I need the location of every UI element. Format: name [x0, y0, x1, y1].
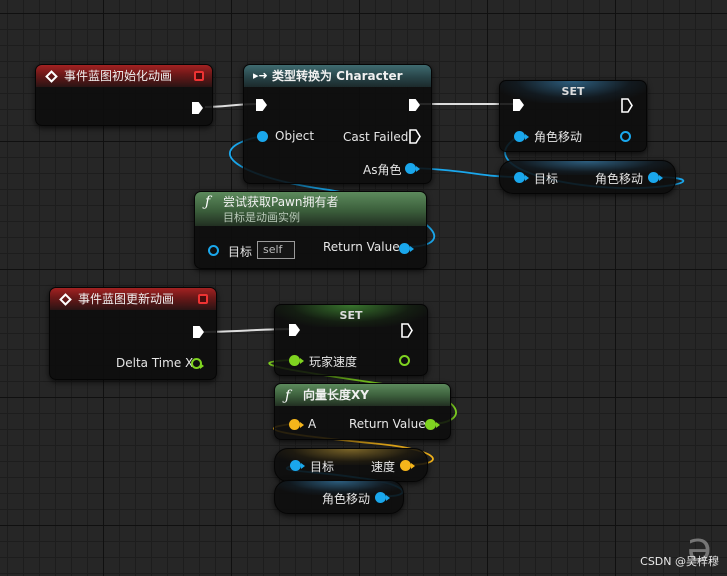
- target-label: 目标: [310, 460, 335, 474]
- vector-length-node[interactable]: ƒ 向量长度XY A Return Value: [274, 383, 451, 440]
- movement-out-pin[interactable]: [648, 172, 663, 183]
- pawn-header: ƒ 尝试获取Pawn拥有者 目标是动画实例: [195, 192, 426, 226]
- cast-header: ▸➜ 类型转换为 Character: [244, 65, 431, 87]
- exec-out-pin[interactable]: [193, 326, 204, 338]
- object-pin-label: Object: [275, 129, 315, 143]
- return-value-label: Return Value: [349, 417, 426, 431]
- return-value-pin[interactable]: [399, 243, 414, 254]
- set-movement-node[interactable]: SET 角色移动: [499, 80, 647, 152]
- vector-length-title: 向量长度XY: [303, 388, 369, 402]
- red-square-icon[interactable]: [194, 71, 204, 81]
- red-square-icon[interactable]: [198, 294, 208, 304]
- event-init-node[interactable]: 事件蓝图初始化动画: [35, 64, 213, 126]
- function-f-icon: ƒ: [205, 194, 211, 210]
- function-f-icon: ƒ: [285, 388, 291, 404]
- event-init-title: 事件蓝图初始化动画: [64, 69, 173, 83]
- movement-out-pin[interactable]: [375, 492, 390, 503]
- pawn-subtitle: 目标是动画实例: [223, 211, 300, 224]
- as-character-pin[interactable]: [405, 163, 420, 174]
- event-update-header: 事件蓝图更新动画: [50, 288, 216, 310]
- delta-time-pin[interactable]: [191, 358, 204, 369]
- target-label: 目标: [228, 245, 253, 259]
- diamond-arrow-icon: [59, 293, 72, 306]
- return-value-pin[interactable]: [425, 419, 440, 430]
- get-velocity-node[interactable]: 目标 速度: [274, 448, 428, 482]
- movement-out-label: 角色移动: [595, 172, 644, 186]
- speed-label: 玩家速度: [309, 355, 358, 369]
- cast-failed-pin[interactable]: [409, 129, 421, 144]
- set-speed-node[interactable]: SET 玩家速度: [274, 304, 428, 376]
- movement-out-pin[interactable]: [620, 131, 631, 142]
- blueprint-graph[interactable]: 事件蓝图初始化动画 ▸➜ 类型转换为 Character Object Cast…: [0, 0, 727, 576]
- target-pin[interactable]: [290, 460, 305, 471]
- get-movement-node[interactable]: 目标 角色移动: [499, 160, 676, 194]
- movement-out-label: 角色移动: [322, 492, 371, 506]
- event-init-header: 事件蓝图初始化动画: [36, 65, 212, 87]
- pawn-title: 尝试获取Pawn拥有者: [223, 195, 339, 209]
- velocity-label: 速度: [371, 460, 396, 474]
- a-label: A: [308, 417, 317, 431]
- target-label: 目标: [534, 172, 559, 186]
- exec-out-pin[interactable]: [409, 99, 420, 111]
- vector-length-header: ƒ 向量长度XY: [275, 384, 450, 406]
- exec-out-pin[interactable]: [401, 323, 413, 338]
- diamond-arrow-icon: [45, 70, 58, 83]
- exec-in-pin[interactable]: [256, 99, 267, 111]
- event-update-node[interactable]: 事件蓝图更新动画 Delta Time X: [49, 287, 217, 380]
- cast-node[interactable]: ▸➜ 类型转换为 Character Object Cast Failed As…: [243, 64, 432, 184]
- cast-failed-label: Cast Failed: [343, 130, 409, 144]
- movement-label: 角色移动: [534, 130, 583, 144]
- a-pin[interactable]: [289, 419, 304, 430]
- target-pin[interactable]: [514, 172, 529, 183]
- movement-in-pin[interactable]: [514, 131, 529, 142]
- speed-in-pin[interactable]: [289, 355, 304, 366]
- target-value-field[interactable]: self: [257, 241, 295, 259]
- target-pin[interactable]: [208, 245, 219, 256]
- try-get-pawn-node[interactable]: ƒ 尝试获取Pawn拥有者 目标是动画实例 目标 self Return Val…: [194, 191, 427, 269]
- cast-arrow-icon: ▸➜: [253, 69, 268, 82]
- as-character-label: As角色: [363, 163, 402, 177]
- exec-out-pin[interactable]: [192, 102, 203, 114]
- cast-title: 类型转换为 Character: [272, 69, 403, 83]
- velocity-out-pin[interactable]: [400, 460, 415, 471]
- speed-out-pin[interactable]: [399, 355, 410, 366]
- get-movement-node-2[interactable]: 角色移动: [274, 480, 404, 514]
- return-value-label: Return Value: [323, 240, 400, 254]
- exec-out-pin[interactable]: [621, 98, 633, 113]
- watermark: CSDN @吴梓穆: [640, 555, 719, 568]
- event-update-title: 事件蓝图更新动画: [78, 292, 175, 306]
- object-pin[interactable]: [257, 131, 268, 142]
- delta-time-label: Delta Time X: [116, 356, 194, 370]
